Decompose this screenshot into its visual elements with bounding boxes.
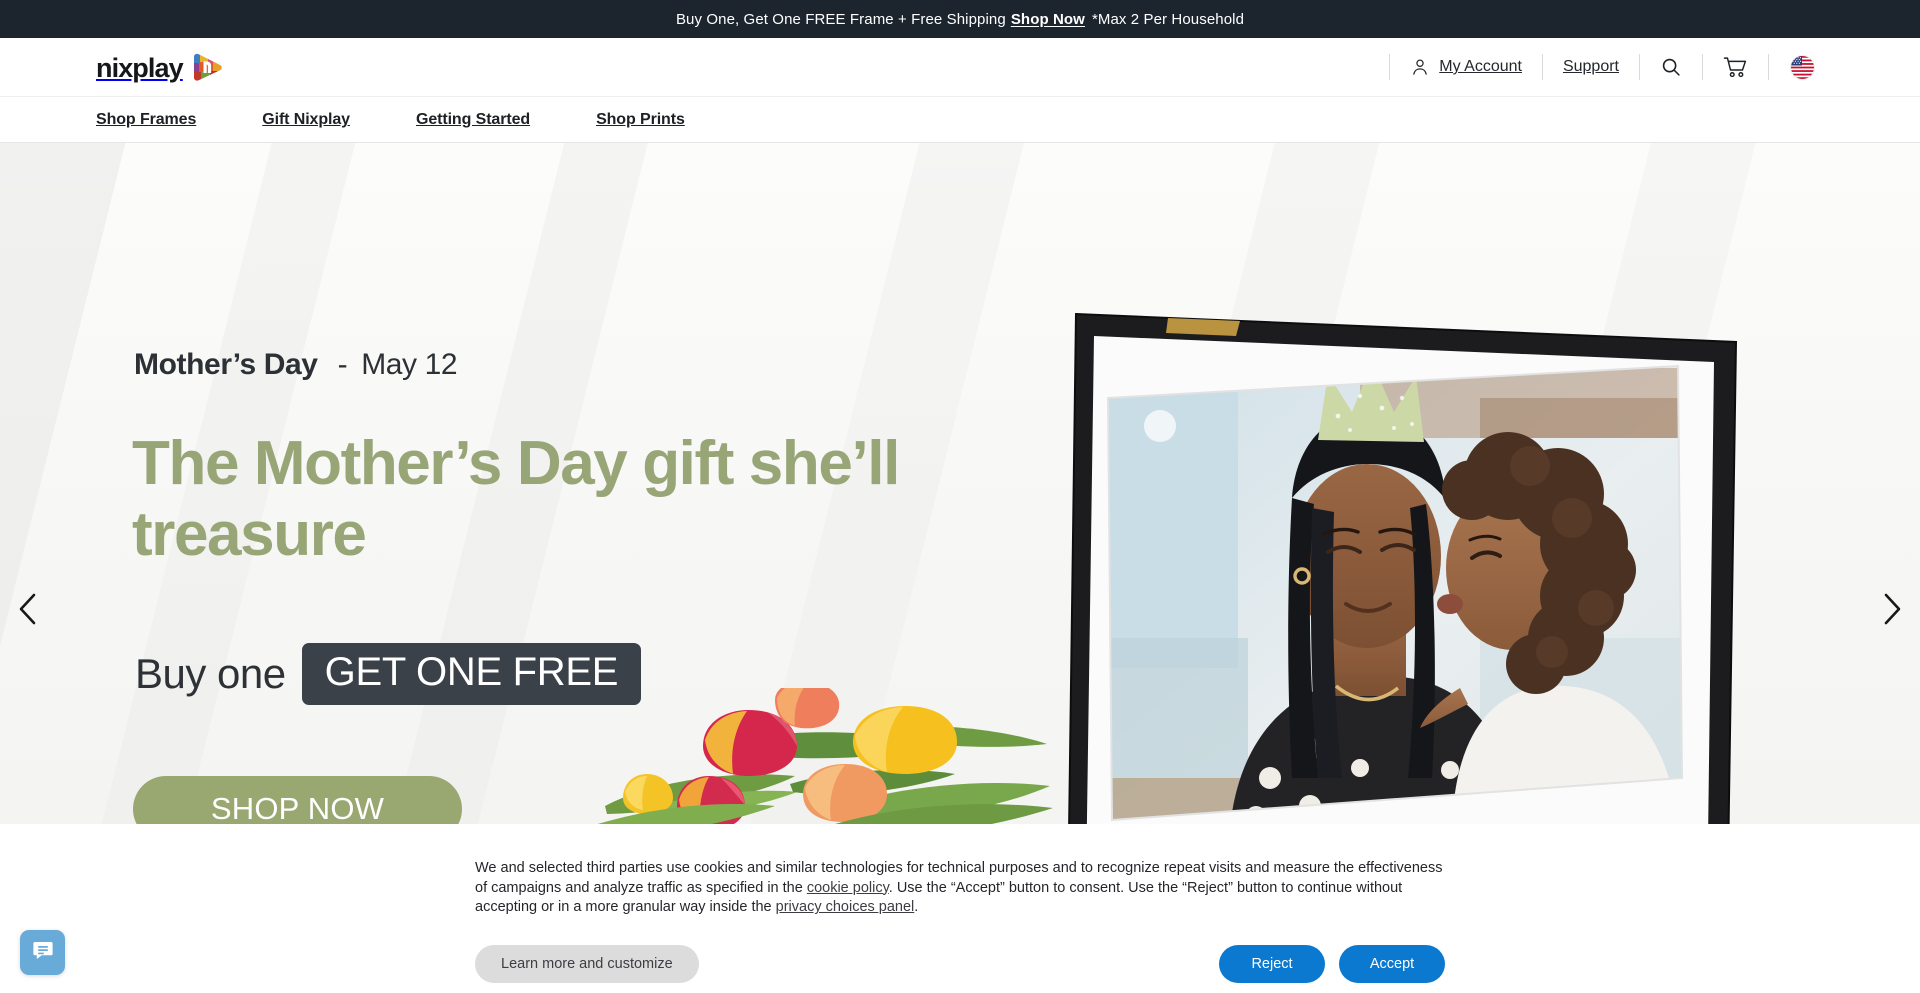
chevron-left-icon [15,592,41,631]
support-link[interactable]: Support [1543,50,1639,84]
carousel-prev-button[interactable] [5,588,51,634]
announcement-shop-now-link[interactable]: Shop Now [1011,11,1085,28]
hero-shop-now-button[interactable]: SHOP NOW [133,776,462,824]
hero-offer-line: Buy one GET ONE FREE [135,643,642,705]
chevron-right-icon [1879,592,1905,631]
cookie-consent-banner: We and selected third parties use cookie… [0,825,1920,993]
nav-item-gift-nixplay[interactable]: Gift Nixplay [262,96,394,143]
hero-eyebrow: Mother’s Day - May 12 [134,348,458,382]
learn-more-and-customize-button[interactable]: Learn more and customize [475,944,699,984]
site-logo[interactable]: nixplay [96,53,223,82]
nixplay-play-mark-icon [191,53,223,81]
us-flag-icon [1791,55,1814,79]
primary-nav: Shop Frames Gift Nixplay Getting Started… [0,96,1920,143]
hero-headline: The Mother’s Day gift she’ll treasure [132,429,900,570]
cookie-banner-text: We and selected third parties use cookie… [475,859,1445,918]
cart-button[interactable] [1703,50,1768,84]
locale-selector[interactable] [1769,50,1830,84]
my-account-link[interactable]: My Account [1390,50,1542,84]
header-utility-nav: My Account Support [1389,50,1830,84]
cookie-banner-actions: Learn more and customize Reject Accept [475,944,1445,984]
person-icon [1410,57,1430,77]
site-header: nixplay My Account Support [0,38,1920,96]
carousel-next-button[interactable] [1869,588,1915,634]
logo-wordmark: nixplay [96,52,184,83]
hero-eyebrow-date: May 12 [361,348,458,381]
shopping-cart-icon [1723,56,1748,79]
announcement-disclaimer: *Max 2 Per Household [1091,10,1245,28]
hero-eyebrow-dash: - [337,348,348,381]
accept-cookies-button[interactable]: Accept [1339,944,1445,984]
chat-bubble-icon [31,938,55,967]
nav-item-shop-frames[interactable]: Shop Frames [96,96,240,143]
hero-eyebrow-title: Mother’s Day [134,348,318,381]
my-account-label: My Account [1439,58,1522,75]
support-label: Support [1562,58,1619,75]
nav-item-getting-started[interactable]: Getting Started [416,96,574,143]
cookie-text-part-3: . [914,899,919,916]
nav-item-shop-prints[interactable]: Shop Prints [596,96,729,143]
reject-cookies-button[interactable]: Reject [1219,944,1325,984]
privacy-choices-panel-link[interactable]: privacy choices panel [776,899,915,915]
cookie-policy-link[interactable]: cookie policy [807,880,889,896]
announcement-text: Buy One, Get One FREE Frame + Free Shipp… [675,10,1006,28]
announcement-bar: Buy One, Get One FREE Frame + Free Shipp… [0,0,1920,38]
search-icon [1660,56,1682,78]
live-chat-button[interactable] [20,930,65,975]
hero-buy-one-label: Buy one [135,650,286,697]
hero-carousel: Mother’s Day - May 12 The Mother’s Day gif… [0,143,1920,824]
digital-photo-frame-image [1060,308,1760,824]
tulips-bouquet-image [585,680,1055,824]
search-button[interactable] [1640,50,1702,84]
